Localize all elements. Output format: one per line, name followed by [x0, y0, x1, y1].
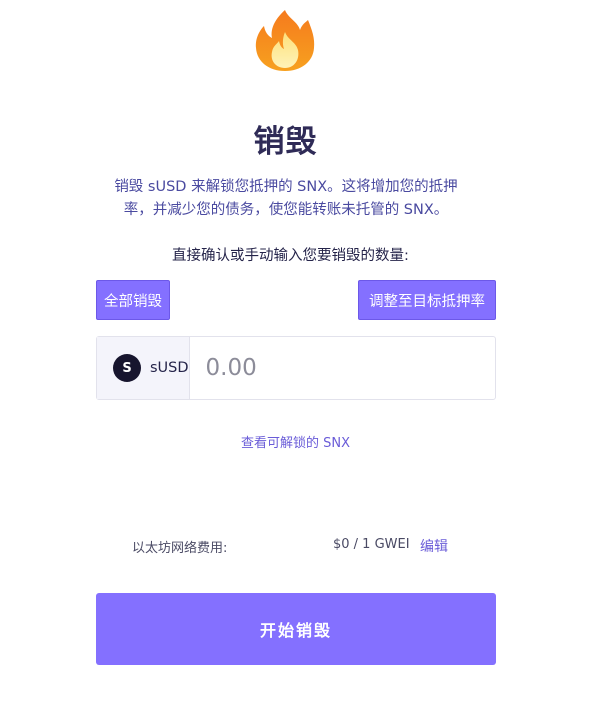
susd-logo-text: S	[122, 360, 132, 376]
page-title: 销毁	[253, 124, 318, 160]
view-unlockable-snx-link[interactable]: 查看可解锁的 SNX	[0, 432, 591, 451]
burn-all-button[interactable]: 全部销毁	[96, 280, 170, 320]
description: 销毁 sUSD 来解锁您抵押的 SNX。这将增加您的抵押 率，并减少您的债务，使…	[96, 176, 476, 222]
fire-icon	[255, 10, 315, 71]
currency-label: sUSD	[150, 360, 189, 376]
susd-logo-icon: S	[113, 354, 141, 382]
description-line: 销毁 sUSD 来解锁您抵押的 SNX。这将增加您的抵押	[114, 179, 458, 195]
adjust-target-ratio-button[interactable]: 调整至目标抵押率	[358, 280, 496, 320]
amount-input[interactable]	[189, 337, 501, 399]
gas-fee-value: $0 / 1 GWEI	[333, 537, 410, 552]
currency-selector: S sUSD	[97, 337, 190, 399]
start-burn-button[interactable]: 开始销毁	[96, 593, 496, 665]
gas-edit-link[interactable]: 编辑	[420, 536, 448, 556]
gas-fee-label: 以太坊网络费用:	[132, 541, 228, 556]
amount-field: S sUSD	[96, 336, 501, 400]
amount-prompt: 直接确认或手动输入您要销毁的数量:	[172, 248, 409, 264]
description-line: 率，并减少您的债务，使您能转账未托管的 SNX。	[123, 202, 449, 218]
